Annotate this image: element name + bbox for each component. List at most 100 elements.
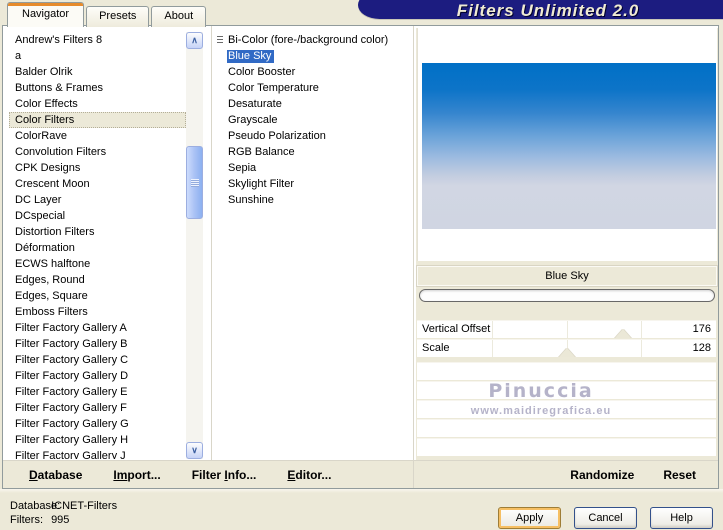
- filter-item[interactable]: Skylight Filter: [215, 177, 411, 193]
- scrollbar-grip-icon: [191, 179, 199, 187]
- database-button[interactable]: Database: [29, 468, 82, 482]
- category-item[interactable]: Filter Factory Gallery C: [9, 352, 186, 368]
- slider-value: 176: [692, 323, 711, 335]
- grip-icon: [217, 36, 223, 45]
- category-item[interactable]: Crescent Moon: [9, 176, 186, 192]
- category-item[interactable]: Andrew's Filters 8: [9, 32, 186, 48]
- preview-box: [417, 28, 717, 261]
- title-banner: Filters Unlimited 2.0: [358, 0, 723, 20]
- category-item[interactable]: Edges, Square: [9, 288, 186, 304]
- filter-item-label: Sunshine: [228, 194, 274, 206]
- filter-item[interactable]: Grayscale: [215, 113, 411, 129]
- category-item[interactable]: Filter Factory Gallery D: [9, 368, 186, 384]
- category-item[interactable]: Déformation: [9, 240, 186, 256]
- toolbar-button-label: Randomize: [570, 467, 635, 482]
- filter-item-label: Pseudo Polarization: [228, 130, 326, 142]
- filter-item[interactable]: Color Booster: [215, 65, 411, 81]
- empty-parameter-row: [417, 381, 716, 399]
- slider-scale[interactable]: Scale 128: [417, 339, 716, 357]
- filter-item[interactable]: Blue Sky: [215, 49, 411, 65]
- slider-tick: [491, 340, 493, 357]
- slider-tick: [491, 321, 493, 338]
- category-item[interactable]: Color Filters: [9, 112, 186, 128]
- slider-handle[interactable]: [614, 329, 631, 338]
- slider-vertical-offset[interactable]: Vertical Offset 176: [417, 320, 716, 338]
- editor-button[interactable]: Editor...: [287, 468, 331, 482]
- toolbar-button-label: ditor...: [295, 467, 332, 482]
- empty-parameter-row: [417, 438, 716, 456]
- category-item[interactable]: Filter Factory Gallery B: [9, 336, 186, 352]
- divider: [211, 26, 212, 488]
- category-item[interactable]: ECWS halftone: [9, 256, 186, 272]
- category-item[interactable]: Filter Factory Gallery H: [9, 432, 186, 448]
- slider-handle[interactable]: [558, 348, 575, 357]
- status-filters-row: Filters: 995: [10, 513, 117, 527]
- main-panel: Andrew's Filters 8 a Balder Olrik Buttons &…: [2, 25, 719, 489]
- category-scrollbar[interactable]: ∧ ∨: [186, 32, 203, 459]
- toolbar-button-label: Reset: [663, 467, 696, 482]
- filter-item[interactable]: Desaturate: [215, 97, 411, 113]
- filter-item-label: Color Booster: [228, 66, 296, 78]
- toolbar-button-label: nfo...: [227, 467, 257, 482]
- slider-tick: [641, 340, 643, 357]
- slider-tick: [566, 321, 568, 338]
- category-item[interactable]: Color Effects: [9, 96, 186, 112]
- status-area: Database: ICNET-Filters Filters: 995: [10, 499, 117, 527]
- filter-item[interactable]: Color Temperature: [215, 81, 411, 97]
- filter-item[interactable]: Bi-Color (fore-/background color): [215, 33, 411, 49]
- filter-item[interactable]: Sepia: [215, 161, 411, 177]
- empty-parameter-row: [417, 400, 716, 418]
- category-item[interactable]: CPK Designs: [9, 160, 186, 176]
- filter-item[interactable]: RGB Balance: [215, 145, 411, 161]
- category-item[interactable]: a: [9, 48, 186, 64]
- import-button[interactable]: Import...: [113, 468, 160, 482]
- category-item[interactable]: Filter Factory Gallery F: [9, 400, 186, 416]
- tab-strip: Navigator Presets About: [7, 2, 208, 27]
- scrollbar-thumb[interactable]: [186, 146, 203, 219]
- empty-parameter-row: [417, 362, 716, 380]
- toolbar-button-label: D: [29, 467, 38, 482]
- filter-item-label: Sepia: [228, 162, 257, 174]
- category-item[interactable]: Buttons & Frames: [9, 80, 186, 96]
- filter-item[interactable]: Sunshine: [215, 193, 411, 209]
- filter-caption: Blue Sky: [417, 266, 717, 286]
- slider-value: 128: [692, 342, 711, 354]
- toolbar-left-group: Database Import... Filter Info... Editor...: [29, 461, 331, 488]
- category-item[interactable]: Edges, Round: [9, 272, 186, 288]
- randomize-button[interactable]: Randomize: [570, 468, 634, 482]
- cancel-button[interactable]: Cancel: [574, 507, 637, 529]
- progress-bar: [419, 289, 715, 302]
- filter-item-label: Bi-Color (fore-/background color): [228, 34, 389, 46]
- apply-button[interactable]: Apply: [498, 507, 561, 529]
- filter-list[interactable]: Bi-Color (fore-/background color) Blue Sk…: [215, 33, 411, 459]
- divider: [0, 489, 723, 493]
- category-item[interactable]: Filter Factory Gallery J: [9, 448, 186, 459]
- tab-about[interactable]: About: [151, 6, 207, 27]
- category-item[interactable]: Filter Factory Gallery E: [9, 384, 186, 400]
- category-item[interactable]: Emboss Filters: [9, 304, 186, 320]
- scroll-down-icon[interactable]: ∨: [186, 442, 203, 459]
- tab-label: Presets: [99, 10, 137, 22]
- dialog-button-row: Apply Cancel Help: [498, 507, 713, 529]
- category-item[interactable]: Filter Factory Gallery A: [9, 320, 186, 336]
- filter-item[interactable]: Pseudo Polarization: [215, 129, 411, 145]
- filter-info-button[interactable]: Filter Info...: [192, 468, 257, 482]
- category-item[interactable]: DCspecial: [9, 208, 186, 224]
- filters-value: 995: [51, 514, 70, 526]
- category-item[interactable]: Balder Olrik: [9, 64, 186, 80]
- category-item[interactable]: Distortion Filters: [9, 224, 186, 240]
- status-database-row: Database: ICNET-Filters: [10, 499, 117, 513]
- category-list[interactable]: Andrew's Filters 8 a Balder Olrik Buttons &…: [9, 32, 186, 459]
- category-item[interactable]: DC Layer: [9, 192, 186, 208]
- category-item[interactable]: ColorRave: [9, 128, 186, 144]
- help-button[interactable]: Help: [650, 507, 713, 529]
- tab-presets[interactable]: Presets: [86, 6, 150, 27]
- category-item[interactable]: Filter Factory Gallery G: [9, 416, 186, 432]
- scroll-up-icon[interactable]: ∧: [186, 32, 203, 49]
- database-label: Database:: [10, 500, 61, 512]
- reset-button[interactable]: Reset: [663, 468, 696, 482]
- divider: [413, 26, 414, 488]
- app-title: Filters Unlimited 2.0: [456, 1, 640, 20]
- tab-navigator[interactable]: Navigator: [7, 2, 85, 27]
- category-item[interactable]: Convolution Filters: [9, 144, 186, 160]
